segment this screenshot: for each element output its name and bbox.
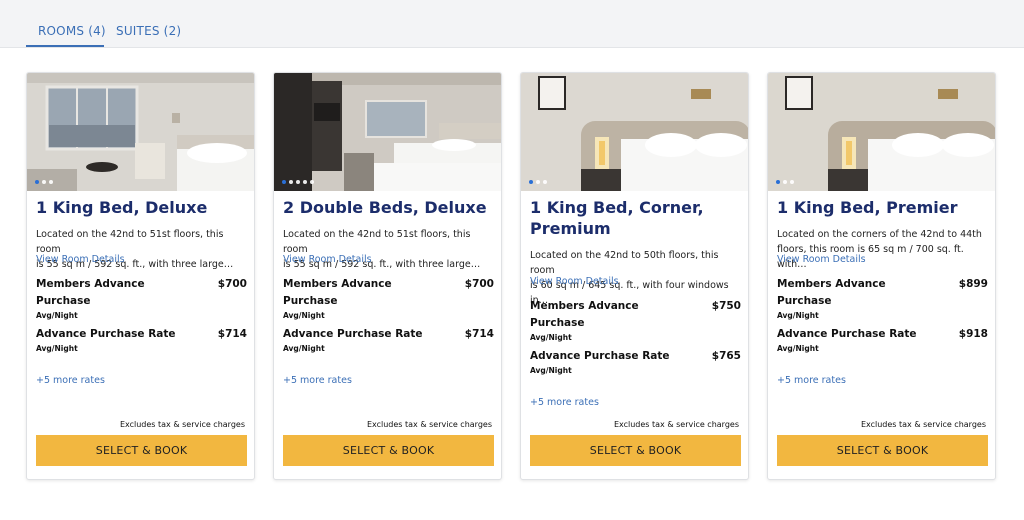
carousel-dots[interactable] — [529, 180, 547, 184]
rate-advance-purchase[interactable]: Advance Purchase Rate $714 Avg/Night — [36, 326, 247, 353]
rate-unit: Avg/Night — [283, 311, 325, 320]
rate-name: Advance Purchase Rate — [777, 328, 917, 340]
room-card-king-corner-premium: 1 King Bed, Corner, Premium Located on t… — [520, 72, 749, 480]
room-type-tabbar: ROOMS (4) SUITES (2) — [0, 0, 1024, 48]
rate-name: Members Advance Purchase — [36, 278, 145, 307]
carousel-dots[interactable] — [776, 180, 794, 184]
select-book-button[interactable]: SELECT & BOOK — [777, 435, 988, 466]
rate-unit: Avg/Night — [530, 366, 572, 375]
rate-name: Members Advance Purchase — [283, 278, 392, 307]
room-photo — [521, 73, 748, 191]
room-card-double-deluxe: 2 Double Beds, Deluxe Located on the 42n… — [273, 72, 502, 480]
carousel-dot[interactable] — [49, 180, 53, 184]
carousel-dot[interactable] — [42, 180, 46, 184]
rate-unit: Avg/Night — [777, 311, 819, 320]
more-rates-link[interactable]: +5 more rates — [283, 375, 352, 386]
room-description: Located on the 42nd to 51st floors, this… — [283, 227, 495, 272]
carousel-dot[interactable] — [543, 180, 547, 184]
carousel-dots[interactable] — [282, 180, 314, 184]
carousel-dot[interactable] — [296, 180, 300, 184]
rate-unit: Avg/Night — [283, 344, 325, 353]
room-title: 1 King Bed, Deluxe — [36, 198, 208, 217]
rate-advance-purchase[interactable]: Advance Purchase Rate $918 Avg/Night — [777, 326, 988, 353]
view-room-details-link[interactable]: View Room Details — [777, 254, 866, 265]
tax-disclaimer: Excludes tax & service charges — [366, 420, 492, 429]
select-book-button[interactable]: SELECT & BOOK — [530, 435, 741, 466]
room-title-line: 1 King Bed, Corner, — [530, 198, 704, 217]
rate-price: $750 — [711, 300, 741, 312]
view-room-details-link[interactable]: View Room Details — [530, 276, 619, 287]
rate-unit: Avg/Night — [777, 344, 819, 353]
rate-members-advance[interactable]: Members Advance Purchase $750 Avg/Night — [530, 298, 741, 342]
description-line: Located on the 42nd to 51st floors, this… — [36, 229, 224, 255]
view-room-details-link[interactable]: View Room Details — [36, 254, 125, 265]
carousel-dots[interactable] — [35, 180, 53, 184]
carousel-dot[interactable] — [303, 180, 307, 184]
rate-name: Advance Purchase Rate — [283, 328, 423, 340]
rate-name: Members Advance Purchase — [777, 278, 886, 307]
tax-disclaimer: Excludes tax & service charges — [119, 420, 245, 429]
select-book-button[interactable]: SELECT & BOOK — [283, 435, 494, 466]
room-description: Located on the corners of the 42nd to 44… — [777, 227, 989, 272]
tab-suites[interactable]: SUITES (2) — [116, 24, 181, 38]
rate-members-advance[interactable]: Members Advance Purchase $899 Avg/Night — [777, 276, 988, 320]
description-line: Located on the corners of the 42nd to 44… — [777, 229, 982, 240]
room-card-king-deluxe: 1 King Bed, Deluxe Located on the 42nd t… — [26, 72, 255, 480]
more-rates-link[interactable]: +5 more rates — [777, 375, 846, 386]
rate-price: $714 — [464, 328, 494, 340]
tab-rooms[interactable]: ROOMS (4) — [38, 24, 106, 38]
description-line: Located on the 42nd to 51st floors, this… — [283, 229, 471, 255]
room-title: 2 Double Beds, Deluxe — [283, 198, 487, 217]
room-photo — [768, 73, 995, 191]
rate-price: $700 — [464, 278, 494, 290]
rate-members-advance[interactable]: Members Advance Purchase $700 Avg/Night — [283, 276, 494, 320]
room-photo — [274, 73, 501, 191]
room-title: 1 King Bed, Corner, Premium — [530, 197, 742, 239]
room-card-king-premier: 1 King Bed, Premier Located on the corne… — [767, 72, 996, 480]
rate-price: $765 — [711, 350, 741, 362]
rate-name: Members Advance Purchase — [530, 300, 639, 329]
rate-price: $918 — [958, 328, 988, 340]
rate-price: $714 — [217, 328, 247, 340]
room-photo-carousel[interactable] — [27, 73, 254, 191]
tax-disclaimer: Excludes tax & service charges — [613, 420, 739, 429]
carousel-dot[interactable] — [310, 180, 314, 184]
rate-advance-purchase[interactable]: Advance Purchase Rate $765 Avg/Night — [530, 348, 741, 375]
view-room-details-link[interactable]: View Room Details — [283, 254, 372, 265]
rate-name: Advance Purchase Rate — [530, 350, 670, 362]
room-photo-carousel[interactable] — [521, 73, 748, 191]
rate-price: $700 — [217, 278, 247, 290]
carousel-dot[interactable] — [35, 180, 39, 184]
rate-advance-purchase[interactable]: Advance Purchase Rate $714 Avg/Night — [283, 326, 494, 353]
carousel-dot[interactable] — [529, 180, 533, 184]
description-line: Located on the 42nd to 50th floors, this… — [530, 250, 719, 276]
carousel-dot[interactable] — [783, 180, 787, 184]
room-title: 1 King Bed, Premier — [777, 198, 958, 217]
more-rates-link[interactable]: +5 more rates — [36, 375, 105, 386]
rate-unit: Avg/Night — [36, 311, 78, 320]
room-description: Located on the 42nd to 51st floors, this… — [36, 227, 248, 272]
room-photo-carousel[interactable] — [274, 73, 501, 191]
active-tab-indicator — [26, 45, 104, 47]
rate-unit: Avg/Night — [530, 333, 572, 342]
carousel-dot[interactable] — [776, 180, 780, 184]
room-photo-carousel[interactable] — [768, 73, 995, 191]
room-title-line: Premium — [530, 219, 611, 238]
carousel-dot[interactable] — [289, 180, 293, 184]
rate-name: Advance Purchase Rate — [36, 328, 176, 340]
carousel-dot[interactable] — [282, 180, 286, 184]
rate-members-advance[interactable]: Members Advance Purchase $700 Avg/Night — [36, 276, 247, 320]
select-book-button[interactable]: SELECT & BOOK — [36, 435, 247, 466]
tax-disclaimer: Excludes tax & service charges — [860, 420, 986, 429]
rate-unit: Avg/Night — [36, 344, 78, 353]
carousel-dot[interactable] — [790, 180, 794, 184]
carousel-dot[interactable] — [536, 180, 540, 184]
rate-price: $899 — [958, 278, 988, 290]
more-rates-link[interactable]: +5 more rates — [530, 397, 599, 408]
room-photo — [27, 73, 254, 191]
